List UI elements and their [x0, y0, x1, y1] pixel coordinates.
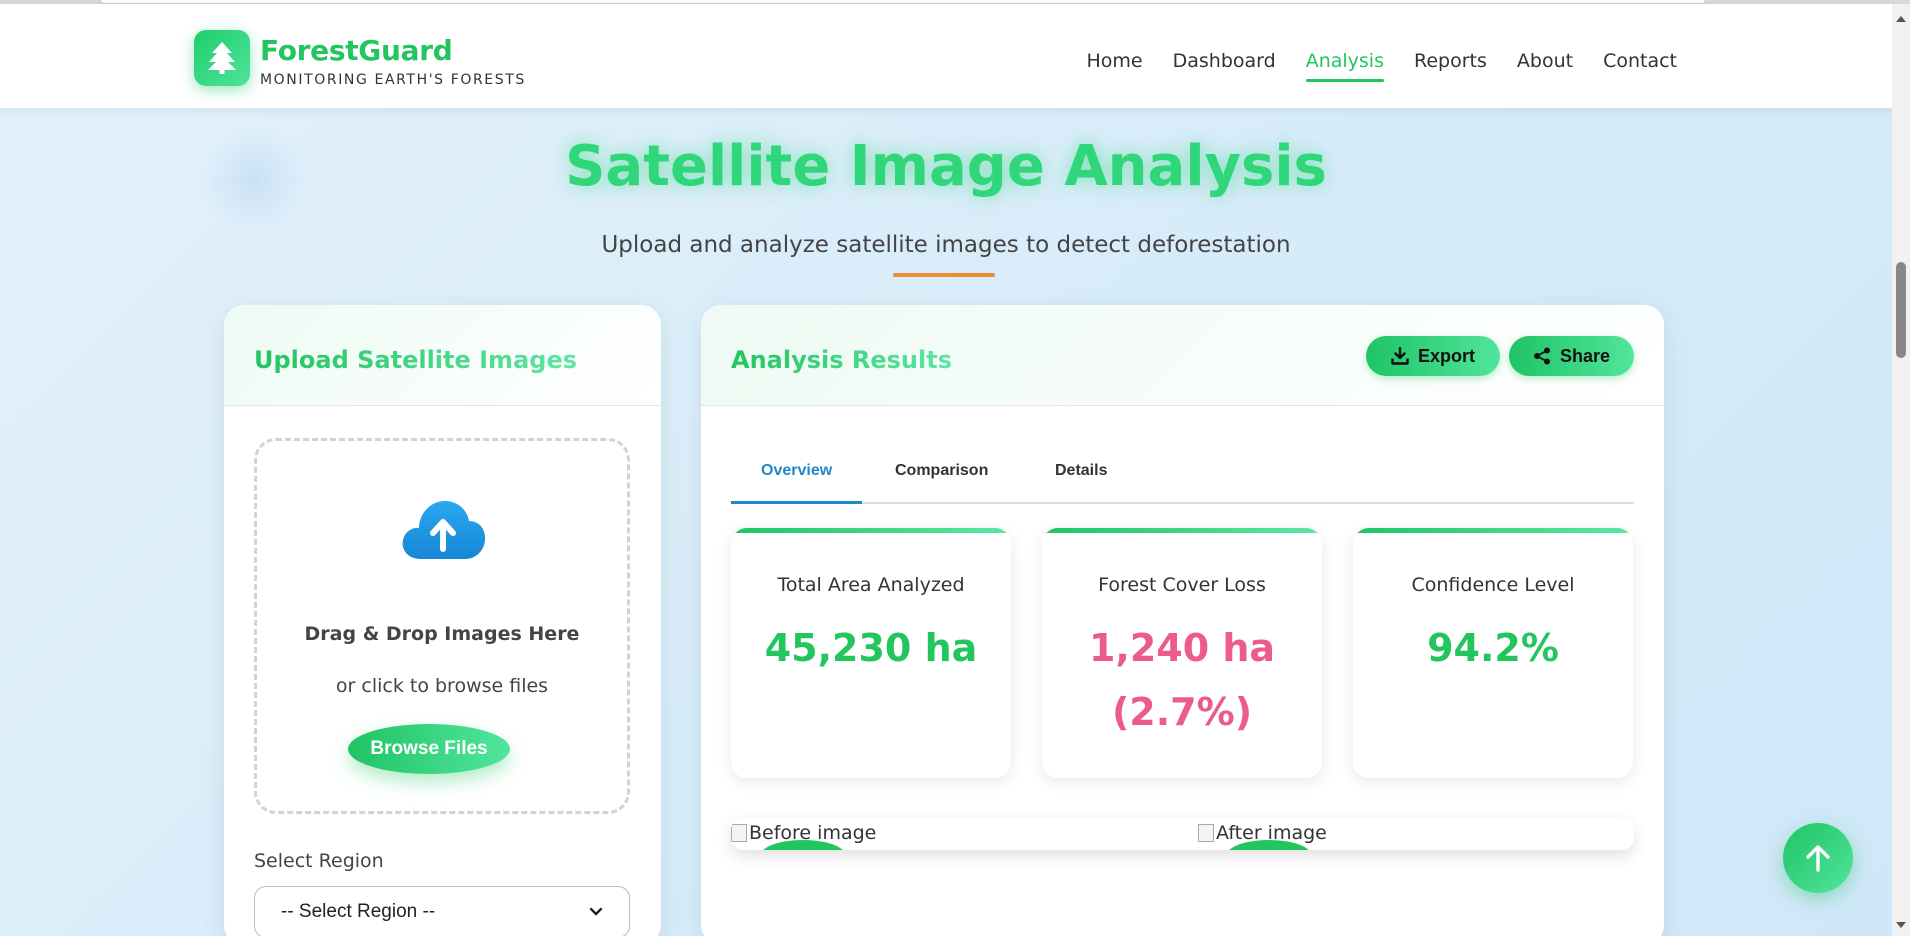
stat-card-forest-loss: Forest Cover Loss 1,240 ha (2.7%)	[1042, 528, 1322, 778]
subtitle-underline	[893, 273, 995, 277]
logo[interactable]	[194, 30, 250, 86]
stat-label: Confidence Level	[1411, 574, 1575, 596]
before-image: Before image	[731, 822, 876, 844]
nav-dashboard[interactable]: Dashboard	[1173, 50, 1276, 72]
export-button[interactable]: Export	[1366, 336, 1500, 376]
stat-card-total-area: Total Area Analyzed 45,230 ha	[731, 528, 1011, 778]
stat-card-confidence: Confidence Level 94.2%	[1353, 528, 1633, 778]
nav-contact[interactable]: Contact	[1603, 50, 1677, 72]
brand-tagline: MONITORING EARTH'S FORESTS	[260, 72, 526, 88]
page-scrollbar[interactable]	[1892, 4, 1910, 936]
brand-name[interactable]: ForestGuard	[260, 34, 453, 67]
back-to-top-button[interactable]	[1783, 823, 1853, 893]
nav-analysis[interactable]: Analysis	[1305, 50, 1385, 82]
after-image: After image	[1198, 822, 1327, 844]
download-icon	[1391, 347, 1409, 365]
broken-image-icon	[1198, 824, 1214, 842]
after-image-alt: After image	[1216, 822, 1327, 844]
stat-label: Total Area Analyzed	[777, 574, 965, 596]
stat-value: 94.2%	[1427, 626, 1559, 670]
nav-home[interactable]: Home	[1087, 50, 1143, 72]
arrow-up-icon	[1806, 845, 1830, 872]
results-tabs: Overview Comparison Details	[731, 457, 1634, 504]
results-card: Analysis Results Export Share Overview C…	[701, 305, 1664, 936]
tab-details[interactable]: Details	[1025, 457, 1137, 504]
scroll-up-arrow-icon[interactable]	[1892, 12, 1910, 26]
dropzone[interactable]: Drag & Drop Images Here or click to brow…	[254, 438, 630, 814]
browse-files-button[interactable]: Browse Files	[348, 724, 510, 774]
results-card-header: Analysis Results Export Share	[701, 305, 1664, 406]
stat-value: 1,240 ha (2.7%)	[1088, 626, 1276, 734]
chevron-down-icon	[589, 907, 603, 916]
tab-comparison[interactable]: Comparison	[865, 457, 1018, 504]
share-icon	[1533, 347, 1550, 365]
scroll-down-arrow-icon[interactable]	[1892, 918, 1910, 932]
stat-value: 45,230 ha	[764, 626, 978, 670]
site-header: ForestGuard MONITORING EARTH'S FORESTS H…	[0, 4, 1892, 108]
nav-reports[interactable]: Reports	[1414, 50, 1487, 72]
tab-overview[interactable]: Overview	[731, 457, 863, 504]
main-nav: Home Dashboard Analysis Reports About Co…	[1057, 50, 1677, 82]
dropzone-title: Drag & Drop Images Here	[304, 623, 580, 645]
share-button[interactable]: Share	[1509, 336, 1634, 376]
region-select[interactable]: -- Select Region --	[254, 886, 630, 936]
region-select-value: -- Select Region --	[281, 901, 436, 922]
upload-card-title: Upload Satellite Images	[254, 346, 578, 374]
region-label: Select Region	[254, 850, 384, 872]
tree-icon	[208, 42, 236, 74]
stat-label: Forest Cover Loss	[1098, 574, 1266, 596]
cloud-upload-icon	[402, 501, 486, 559]
export-label: Export	[1417, 345, 1475, 366]
share-label: Share	[1559, 345, 1611, 366]
results-card-title: Analysis Results	[731, 346, 952, 374]
page-subtitle: Upload and analyze satellite images to d…	[601, 232, 1291, 258]
upload-card-header: Upload Satellite Images	[224, 305, 661, 406]
page-title: Satellite Image Analysis	[565, 134, 1327, 199]
nav-about[interactable]: About	[1517, 50, 1573, 72]
scrollbar-thumb[interactable]	[1896, 262, 1906, 358]
dropzone-subtitle: or click to browse files	[335, 675, 549, 697]
upload-card: Upload Satellite Images Drag & Drop Imag…	[224, 305, 661, 936]
image-comparison: Before image After image	[731, 818, 1634, 850]
broken-image-icon	[731, 824, 747, 842]
before-image-alt: Before image	[749, 822, 877, 844]
